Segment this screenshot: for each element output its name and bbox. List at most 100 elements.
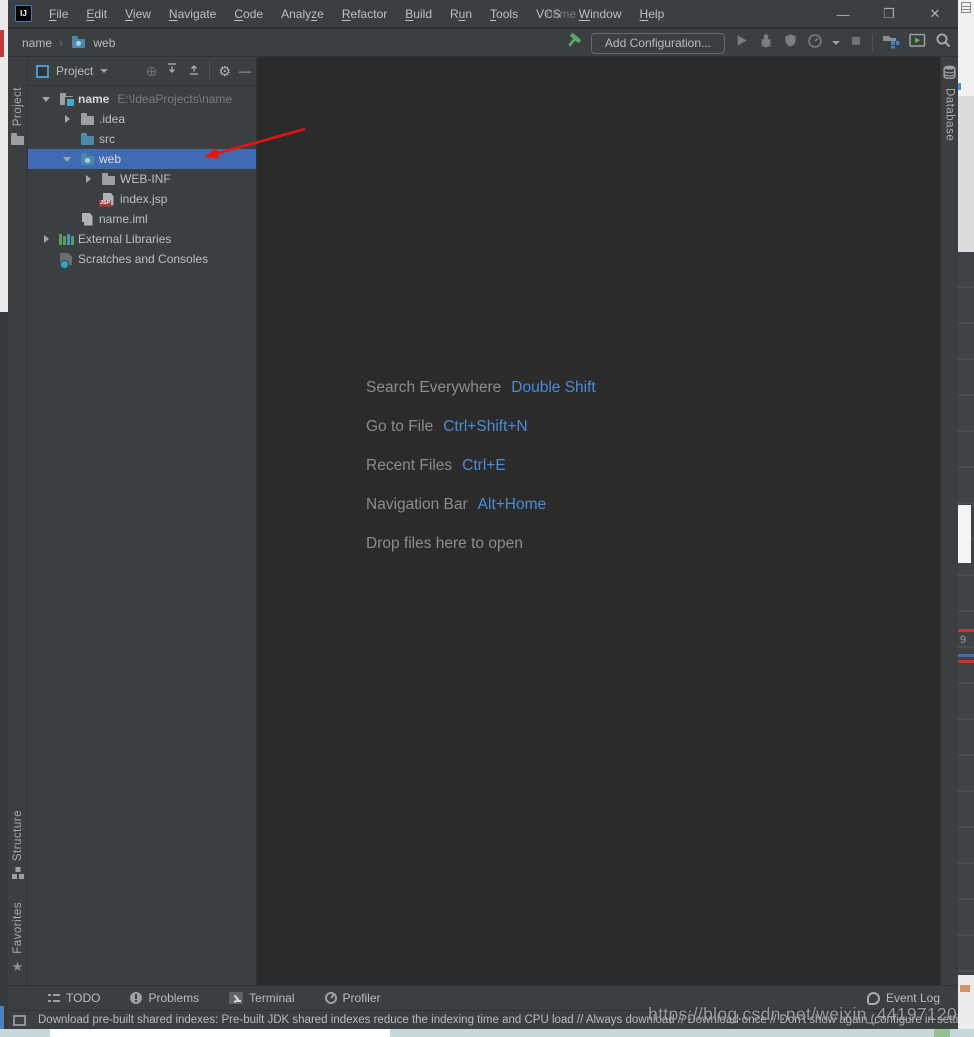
folder-icon bbox=[10, 131, 26, 147]
tool-window-problems[interactable]: Problems bbox=[130, 991, 199, 1005]
menu-item-tools[interactable]: Tools bbox=[481, 0, 527, 28]
chevron-down-icon[interactable] bbox=[38, 91, 54, 107]
project-tool-window: Project ⊕ ⚙ — name E:\IdeaProjects\n bbox=[28, 57, 257, 985]
maximize-button[interactable]: ❐ bbox=[866, 0, 912, 28]
chevron-right-icon[interactable] bbox=[59, 111, 75, 127]
expand-all-icon[interactable] bbox=[165, 62, 179, 81]
close-button[interactable]: ✕ bbox=[912, 0, 958, 28]
menu-item-build[interactable]: Build bbox=[396, 0, 441, 28]
locate-icon[interactable]: ⊕ bbox=[146, 64, 158, 78]
tool-window-label: Event Log bbox=[886, 991, 940, 1005]
tree-row-web-selected[interactable]: web bbox=[28, 149, 256, 169]
tree-node-label: WEB-INF bbox=[120, 172, 171, 186]
window-controls: — ❐ ✕ bbox=[820, 0, 958, 28]
watermark-text: https://blog.csdn.net/weixin_44197120 bbox=[648, 1004, 957, 1025]
stripe-tab-favorites[interactable]: Favorites ★ bbox=[8, 902, 27, 975]
main-toolbar: name › web Add Configuration... bbox=[8, 29, 958, 57]
coverage-icon[interactable] bbox=[783, 33, 798, 53]
project-panel-title[interactable]: Project bbox=[56, 64, 93, 78]
breadcrumb-separator-icon: › bbox=[59, 35, 63, 50]
debug-icon[interactable] bbox=[758, 33, 774, 54]
page-digit-fragment: 9 bbox=[960, 634, 966, 646]
tree-row-src[interactable]: src bbox=[28, 129, 256, 149]
stripe-tab-project-label: Project bbox=[12, 87, 24, 126]
breadcrumb-location[interactable]: web bbox=[93, 36, 115, 50]
chevron-right-icon[interactable] bbox=[38, 231, 54, 247]
todo-list-icon bbox=[48, 993, 60, 1003]
menu-item-window[interactable]: Window bbox=[570, 0, 631, 28]
chevron-down-icon[interactable] bbox=[59, 151, 75, 167]
build-hammer-icon[interactable] bbox=[565, 32, 582, 54]
hint-shortcut: Double Shift bbox=[511, 379, 595, 397]
page-red-line-2 bbox=[958, 660, 974, 663]
menu-item-code[interactable]: Code bbox=[225, 0, 272, 28]
page-red-fragment bbox=[0, 30, 4, 57]
project-tree: name E:\IdeaProjects\name .idea src web bbox=[28, 86, 256, 269]
menu-item-analyze[interactable]: Analyze bbox=[272, 0, 333, 28]
tool-window-event-log[interactable]: Event Log bbox=[867, 991, 940, 1005]
page-edge-strip-left bbox=[0, 0, 8, 1029]
tree-row-web-inf[interactable]: WEB-INF bbox=[28, 169, 256, 189]
stripe-tab-project[interactable]: Project bbox=[8, 87, 27, 147]
page-fragment-light2 bbox=[958, 96, 974, 252]
tree-row-external-libraries[interactable]: External Libraries bbox=[28, 229, 256, 249]
tool-window-profiler[interactable]: Profiler bbox=[325, 991, 381, 1005]
tool-window-switcher-icon[interactable] bbox=[13, 1015, 26, 1026]
page-blue-tick bbox=[958, 83, 961, 90]
menu-item-run[interactable]: Run bbox=[441, 0, 481, 28]
breadcrumb-project[interactable]: name bbox=[22, 36, 52, 50]
run-window-icon[interactable] bbox=[909, 33, 926, 53]
project-panel-header: Project ⊕ ⚙ — bbox=[28, 57, 256, 86]
profiler-icon[interactable] bbox=[807, 33, 823, 54]
menu-item-file[interactable]: File bbox=[40, 0, 77, 28]
stripe-tab-database-label: Database bbox=[944, 88, 956, 141]
project-tool-window-icon bbox=[36, 65, 49, 78]
tool-window-label: Problems bbox=[148, 991, 199, 1005]
tree-row-scratches[interactable]: Scratches and Consoles bbox=[28, 249, 256, 269]
stripe-tab-structure[interactable]: Structure bbox=[8, 810, 27, 884]
chevron-down-icon[interactable] bbox=[832, 41, 840, 45]
structure-icon bbox=[12, 866, 24, 884]
stripe-tab-structure-label: Structure bbox=[12, 810, 24, 861]
tree-node-label: name bbox=[78, 92, 109, 106]
gear-icon[interactable]: ⚙ bbox=[218, 64, 231, 78]
stripe-tab-database[interactable]: Database bbox=[941, 65, 958, 141]
tree-row-project-root[interactable]: name E:\IdeaProjects\name bbox=[28, 89, 256, 109]
menu-item-view[interactable]: View bbox=[116, 0, 160, 28]
menu-item-edit[interactable]: Edit bbox=[77, 0, 116, 28]
search-icon[interactable] bbox=[935, 32, 952, 54]
intellij-logo: IJ bbox=[15, 5, 32, 22]
intellij-window: IJ File Edit View Navigate Code Analyze … bbox=[8, 0, 958, 1029]
chevron-down-icon[interactable] bbox=[100, 69, 108, 73]
right-tool-stripe: Database bbox=[940, 57, 958, 985]
menu-item-refactor[interactable]: Refactor bbox=[333, 0, 396, 28]
tree-node-label: index.jsp bbox=[120, 192, 167, 206]
project-panel-actions: ⊕ ⚙ — bbox=[146, 62, 251, 81]
tree-row-index-jsp[interactable]: JSP index.jsp bbox=[28, 189, 256, 209]
tree-node-label: Scratches and Consoles bbox=[78, 252, 208, 266]
menu-item-help[interactable]: Help bbox=[631, 0, 674, 28]
minimize-button[interactable]: — bbox=[820, 0, 866, 28]
add-configuration-button[interactable]: Add Configuration... bbox=[591, 33, 725, 54]
run-icon[interactable] bbox=[734, 33, 749, 53]
chevron-spacer bbox=[59, 211, 75, 227]
hide-panel-icon[interactable]: — bbox=[239, 64, 251, 78]
page-fragment-light-bottom bbox=[958, 975, 974, 1029]
toolbar-separator bbox=[872, 34, 873, 52]
project-structure-icon[interactable] bbox=[882, 33, 900, 54]
collapse-all-icon[interactable] bbox=[187, 62, 201, 81]
page-scrollbar-thumb[interactable] bbox=[958, 505, 971, 563]
tree-row-name-iml[interactable]: name.iml bbox=[28, 209, 256, 229]
empty-editor-hints: Search Everywhere Double Shift Go to Fil… bbox=[366, 368, 596, 563]
tree-node-label: .idea bbox=[99, 112, 125, 126]
menu-item-navigate[interactable]: Navigate bbox=[160, 0, 225, 28]
terminal-icon bbox=[229, 992, 243, 1004]
web-folder-icon bbox=[70, 35, 86, 51]
chevron-right-icon[interactable] bbox=[80, 171, 96, 187]
hint-label: Search Everywhere bbox=[366, 379, 501, 397]
tool-window-todo[interactable]: TODO bbox=[48, 991, 100, 1005]
tree-row-idea[interactable]: .idea bbox=[28, 109, 256, 129]
tool-window-terminal[interactable]: Terminal bbox=[229, 991, 294, 1005]
stop-icon[interactable] bbox=[849, 34, 863, 53]
tool-window-label: Terminal bbox=[249, 991, 294, 1005]
